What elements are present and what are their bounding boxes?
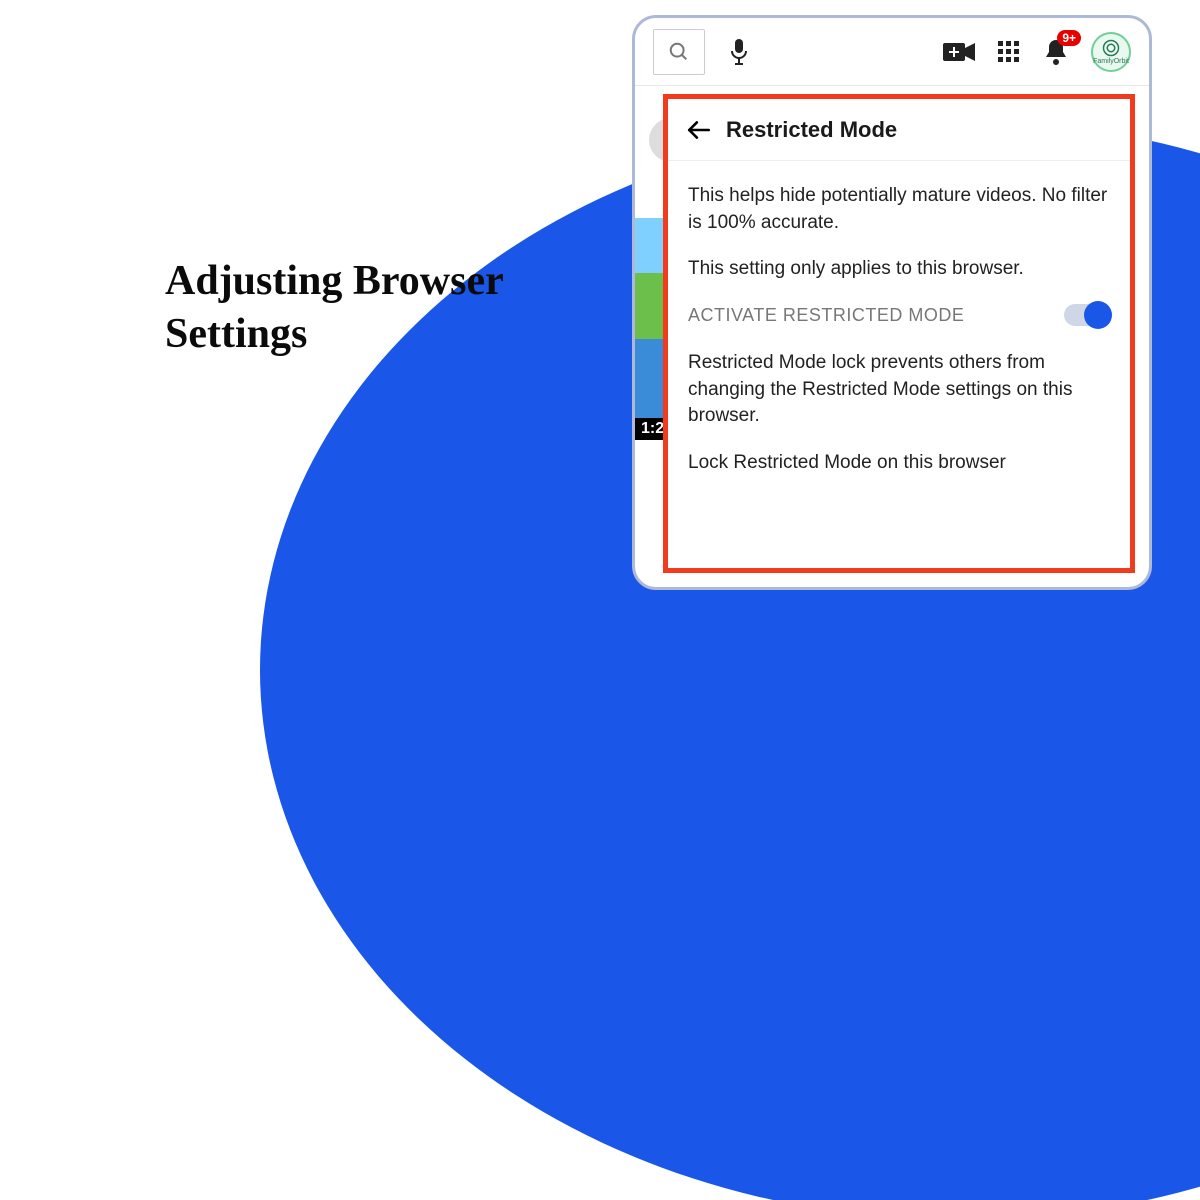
create-button[interactable] — [943, 41, 975, 63]
panel-description-1: This helps hide potentially mature video… — [688, 183, 1110, 236]
panel-title: Restricted Mode — [726, 117, 897, 143]
avatar-label: FamilyOrbit — [1093, 58, 1129, 65]
voice-search-button[interactable] — [727, 37, 751, 67]
arrow-left-icon — [686, 117, 712, 143]
lock-description: Restricted Mode lock prevents others fro… — [688, 350, 1110, 430]
activate-label: ACTIVATE RESTRICTED MODE — [688, 303, 964, 328]
microphone-icon — [727, 37, 751, 67]
avatar[interactable]: FamilyOrbit — [1091, 32, 1131, 72]
restricted-mode-panel: Restricted Mode This helps hide potentia… — [663, 94, 1135, 573]
device-frame: 9+ FamilyOrbit N 1:2 Restricted Mode Thi… — [632, 15, 1152, 590]
lock-restricted-mode-link[interactable]: Lock Restricted Mode on this browser — [688, 450, 1110, 477]
back-button[interactable] — [686, 117, 712, 143]
topbar: 9+ FamilyOrbit — [635, 18, 1149, 86]
panel-header: Restricted Mode — [668, 99, 1130, 161]
toggle-knob — [1084, 301, 1112, 329]
search-icon — [668, 41, 690, 63]
restricted-mode-toggle[interactable] — [1064, 304, 1110, 326]
notification-badge: 9+ — [1057, 30, 1081, 46]
avatar-icon — [1102, 39, 1120, 57]
apps-button[interactable] — [997, 40, 1021, 64]
search-button[interactable] — [653, 29, 705, 75]
panel-description-2: This setting only applies to this browse… — [688, 256, 1110, 283]
grid-icon — [997, 40, 1021, 64]
camera-plus-icon — [943, 41, 975, 63]
notifications-button[interactable]: 9+ — [1043, 38, 1069, 66]
page-title: Adjusting BrowserSettings — [165, 255, 504, 360]
